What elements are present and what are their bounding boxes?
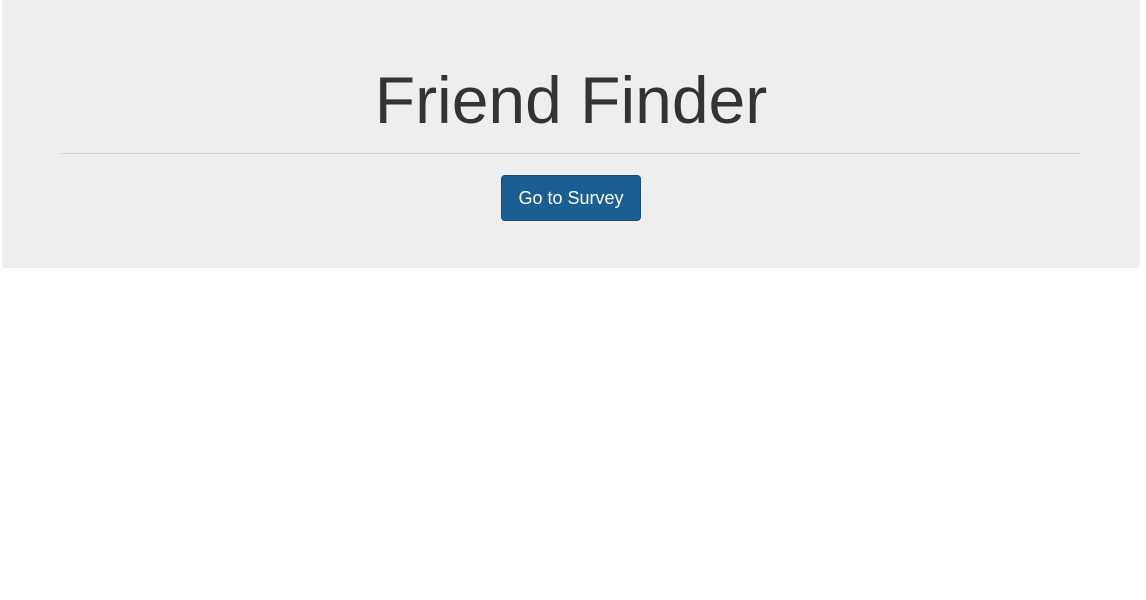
page-title: Friend Finder bbox=[374, 63, 768, 137]
go-to-survey-button[interactable]: Go to Survey bbox=[501, 175, 641, 221]
divider bbox=[61, 153, 1081, 154]
jumbotron: Friend Finder Go to Survey bbox=[2, 0, 1140, 268]
button-container: Go to Survey bbox=[2, 175, 1140, 221]
